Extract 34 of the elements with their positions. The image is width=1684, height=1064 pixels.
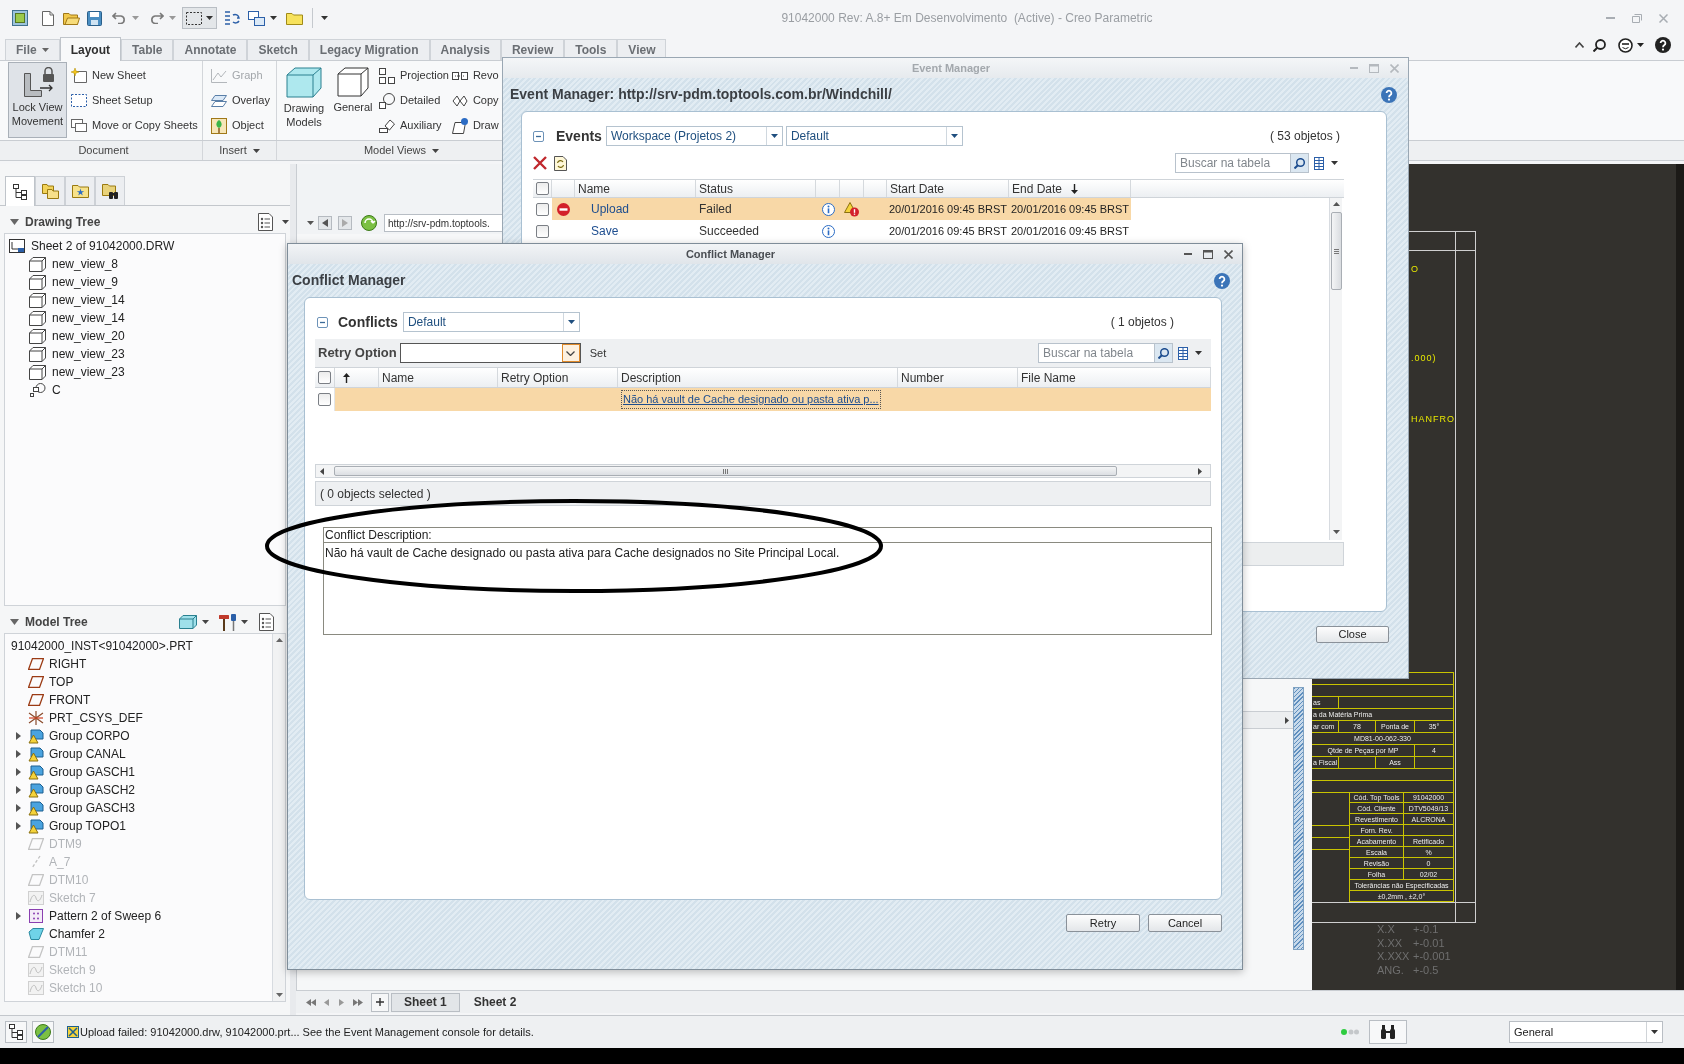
drawing-text: +-0.01 (1413, 936, 1445, 950)
selection-status: ( 0 objects selected ) (320, 485, 431, 503)
drawing-text: X.XXX (1377, 950, 1410, 964)
table-cell-text: 20/01/2016 09:45 BRST (889, 201, 1008, 217)
table-cell-text: 20/01/2016 09:45 BRST (1011, 223, 1130, 239)
drawing-text: +-0.001 (1413, 950, 1451, 964)
table-cell-text: 20/01/2016 09:45 BRST (889, 223, 1008, 239)
drawing-text: +-0.5 (1413, 963, 1439, 977)
dialog-heading: Event Manager: http://srv-pdm.toptools.com.br/Windchill/ (510, 85, 892, 104)
dialog-title: Event Manager (911, 60, 991, 76)
table-cell-text: Failed (699, 201, 732, 218)
dialog-heading: Conflict Manager (292, 271, 406, 290)
field-label: Retry Option (318, 344, 397, 363)
group-label: Document (78, 143, 129, 159)
panel-title: Model Tree (25, 614, 88, 631)
table-cell-text: Succeeded (699, 223, 760, 240)
drawing-note: HANFRO (1411, 414, 1455, 425)
window-title: 91042000 Rev: A.8+ Em Desenvolvimento (Active) - Creo Parametric (781, 10, 1153, 27)
field-label: Conflict Description: (325, 528, 432, 542)
section-title: Events (556, 126, 602, 146)
drawing-text: ANG. (1377, 963, 1404, 977)
drawing-text: X.XX (1377, 936, 1403, 950)
conflict-description-text: Não há vault de Cache designado ou pasta ativa para Cache designados no Site Principal Local. (325, 546, 840, 560)
panel-title: Drawing Tree (25, 214, 101, 231)
object-count: ( 53 objetos ) (1269, 128, 1340, 145)
drawing-note: .000) (1411, 353, 1437, 364)
status-message: Upload failed: 91042000.drw, 91042000.prt... See the Event Management console for details. (80, 1024, 534, 1040)
drawing-note: O (1411, 264, 1419, 275)
drawing-text: X.X (1377, 923, 1395, 937)
drawing-text: +-0.1 (1413, 923, 1439, 937)
dialog-title: Conflict Manager (685, 246, 776, 262)
section-title: Conflicts (338, 312, 398, 332)
object-count: ( 1 objetos ) (1110, 314, 1174, 331)
table-cell-text: 20/01/2016 09:45 BRST (1011, 201, 1130, 217)
